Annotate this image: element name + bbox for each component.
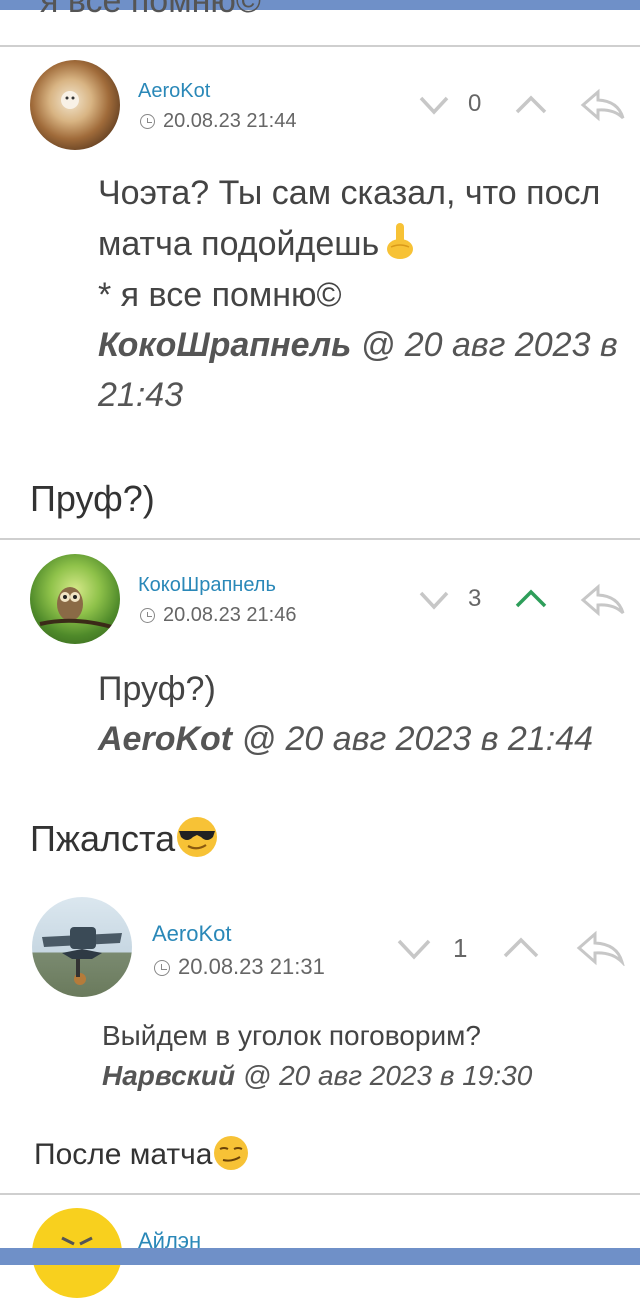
reply-text-content: После матча	[34, 1138, 213, 1171]
username[interactable]: КокоШрапнель	[138, 574, 276, 597]
clock-icon	[140, 114, 155, 130]
comment-text: матча подойдешь	[98, 225, 380, 263]
reply-icon[interactable]	[580, 88, 626, 122]
divider	[0, 45, 640, 47]
comment-date: 20.08.23 21:44	[140, 110, 296, 133]
upvote-icon[interactable]	[502, 936, 540, 960]
quote-time: 21:43	[98, 376, 184, 414]
reply-text-content: Пжалста	[30, 818, 176, 859]
date-text: 20.08.23 21:31	[178, 954, 325, 979]
quote-meta: @ 20 авг 2023 в	[351, 326, 618, 364]
clock-icon	[140, 608, 155, 624]
avatar-image	[39, 587, 116, 630]
quote-author[interactable]: КокоШрапнель	[98, 326, 351, 364]
upvote-icon[interactable]	[514, 94, 548, 116]
score: 0	[468, 90, 482, 117]
comment-text-line: Пруф?)	[98, 670, 216, 708]
sunglasses-emoji-icon	[177, 817, 218, 858]
avatar[interactable]	[32, 897, 132, 997]
date-text: 20.08.23 21:44	[163, 110, 297, 132]
quote-meta: @ 20 авг 2023 в 19:30	[235, 1060, 533, 1091]
downvote-icon[interactable]	[396, 937, 432, 961]
reply-text: После матча	[34, 1136, 250, 1172]
reply-icon[interactable]	[580, 583, 626, 617]
score: 1	[453, 933, 468, 963]
quote-attribution: Нарвский @ 20 авг 2023 в 19:30	[102, 1060, 532, 1092]
pointing-up-emoji-icon	[387, 223, 414, 260]
avatar-image	[61, 1236, 93, 1246]
downvote-icon[interactable]	[418, 589, 450, 611]
avatar-image	[42, 927, 122, 985]
score: 3	[468, 585, 482, 612]
smirking-emoji-icon	[214, 1136, 249, 1171]
quote-author[interactable]: AeroKot	[98, 720, 232, 758]
divider	[0, 1193, 640, 1195]
upvote-icon-active[interactable]	[514, 588, 548, 610]
quote-attribution: AeroKot @ 20 авг 2023 в 21:44	[98, 720, 593, 759]
comment-text-line: * я все помню©	[98, 276, 342, 314]
comment-text-line: Выйдем в уголок поговорим?	[102, 1020, 481, 1051]
divider	[0, 538, 640, 540]
username[interactable]: AeroKot	[138, 80, 210, 103]
previous-comment-cut-text: я все помню©	[40, 0, 261, 20]
reply-text: Пжалста	[30, 817, 219, 860]
avatar[interactable]	[30, 60, 120, 150]
avatar-image	[61, 91, 79, 109]
quote-author[interactable]: Нарвский	[102, 1060, 235, 1091]
reply-text: Пруф?)	[30, 478, 155, 519]
quote-attribution: КокоШрапнель @ 20 авг 2023 в	[98, 326, 618, 365]
username[interactable]: AeroKot	[152, 921, 232, 947]
bottom-bar	[0, 1248, 640, 1265]
quote-meta: @ 20 авг 2023 в 21:44	[232, 720, 594, 758]
comment-date: 20.08.23 21:31	[154, 954, 325, 980]
reply-icon[interactable]	[576, 930, 626, 966]
downvote-icon[interactable]	[418, 94, 450, 116]
avatar[interactable]	[30, 554, 120, 644]
clock-icon	[154, 960, 170, 977]
comment-text-line: Чоэта? Ты сам сказал, что посл	[98, 174, 601, 212]
comment-date: 20.08.23 21:46	[140, 604, 296, 627]
comment-text-line: матча подойдешь	[98, 223, 417, 264]
date-text: 20.08.23 21:46	[163, 604, 297, 626]
